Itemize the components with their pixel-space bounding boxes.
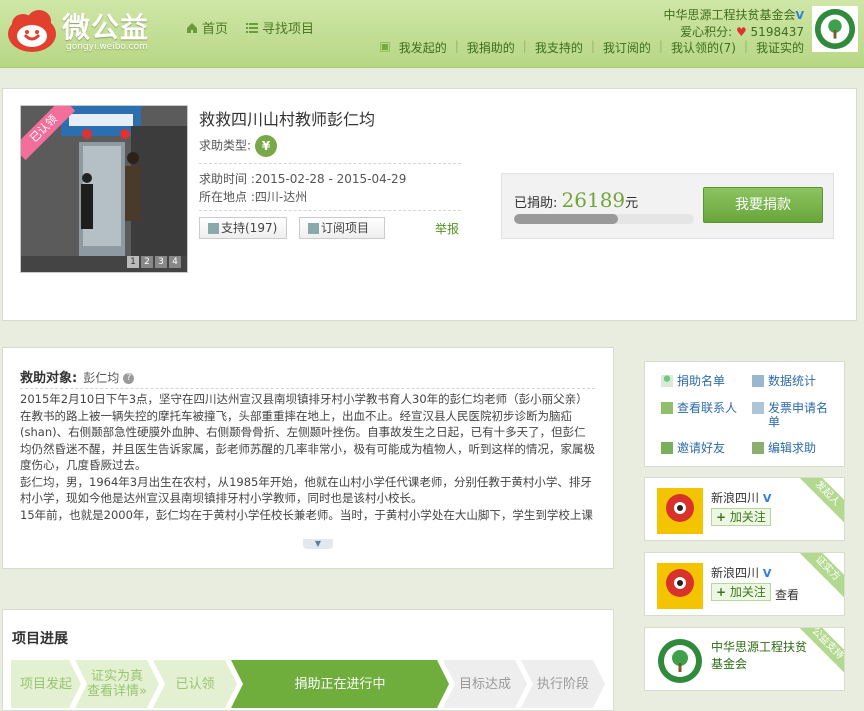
donor-list-icon (661, 375, 673, 387)
initiator-name[interactable]: 新浪四川 V (711, 489, 771, 506)
invite-icon (661, 442, 673, 454)
progress-title: 项目进展 (12, 631, 68, 647)
site-header: 微公益 gongyi.weibo.com 首页 寻找项目 中华思源工程扶贫基金会… (0, 0, 864, 68)
description-text: 2015年2月10日下午3点，坚守在四川达州宣汉县南坝镇排牙村小学教书育人30年… (20, 392, 595, 522)
verifier-card: 新浪四川 V + 加关注 查看 证实方 (644, 552, 845, 616)
invoice-list-link[interactable]: 发票申请名单 (752, 401, 838, 429)
project-photo[interactable]: 已认领 1 2 3 4 (20, 105, 188, 273)
project-card: 已认领 1 2 3 4 救救四川山村教师彭仁均 求助类型: ¥ 求助时间 :201… (2, 88, 857, 321)
stage-fundraising: 捐助正在进行中 (231, 660, 449, 708)
logo-domain: gongyi.weibo.com (66, 42, 148, 52)
project-time: 求助时间 :2015-02-28 - 2015-04-29 (199, 172, 407, 186)
home-icon (187, 22, 197, 33)
donation-progress-bar (514, 214, 694, 224)
menu-claimed[interactable]: 我认领的(7) (671, 39, 736, 56)
nav-home-label[interactable]: 首页 (202, 18, 228, 37)
list-icon (246, 22, 259, 33)
menu-donated[interactable]: 我捐助的 (467, 39, 515, 56)
stage-execution: 执行阶段 (521, 660, 605, 708)
top-nav: 首页 寻找项目 (186, 18, 314, 37)
recipient-description: 救助对象: 彭仁均 ? 2015年2月10日下午3点，坚守在四川达州宣汉县南坝镇排… (2, 347, 614, 569)
statistics-link[interactable]: 数据统计 (752, 374, 816, 388)
donated-amount: 已捐助: 26189元 (514, 188, 639, 212)
verified-icon: V (762, 567, 772, 580)
expand-toggle[interactable]: ▼ (303, 539, 333, 549)
project-type: 求助类型: ¥ (199, 135, 278, 157)
weibo-gongyi-logo[interactable]: 微公益 gongyi.weibo.com (6, 6, 176, 58)
logo-cloud-icon (8, 10, 56, 52)
menu-supported[interactable]: 我支持的 (535, 39, 583, 56)
menu-started[interactable]: 我发起的 (399, 39, 447, 56)
divider (199, 163, 461, 164)
project-title: 救救四川山村教师彭仁均 (199, 110, 376, 129)
money-icon: ¥ (255, 135, 278, 157)
view-verification-link[interactable]: 查看 (775, 586, 799, 603)
project-location: 所在地点 :四川-达州 (199, 190, 308, 204)
user-menu: ▣ 我发起的 | 我捐助的 | 我支持的 | 我订阅的 | 我认领的(7) | 我证实的 (379, 39, 804, 56)
stage-initiated: 项目发起 (11, 660, 81, 708)
view-contacts-link[interactable]: 查看联系人 (661, 401, 737, 415)
donate-button[interactable]: 我要捐款 (703, 187, 823, 223)
verified-icon: V (762, 492, 772, 505)
report-link[interactable]: 举报 (435, 220, 459, 237)
recipient-heading: 救助对象: 彭仁均 ? (20, 367, 135, 386)
nav-home[interactable]: 首页 (186, 18, 228, 37)
supporter-name[interactable]: 中华思源工程扶贫基金会 (711, 639, 807, 673)
verifier-tag: 证实方 (796, 553, 844, 600)
stage-verified[interactable]: 证实为真 查看详情» (75, 660, 159, 708)
user-org-name[interactable]: 中华思源工程扶贫基金会V (663, 6, 804, 23)
project-actions: 捐助名单 数据统计 查看联系人 发票申请名单 邀请好友 编辑求助 (644, 361, 845, 467)
donation-panel: 已捐助: 26189元 我要捐款 (501, 173, 834, 239)
menu-subscribed[interactable]: 我订阅的 (603, 39, 651, 56)
follow-button[interactable]: + 加关注 (711, 583, 771, 601)
menu-started-icon: ▣ (379, 39, 391, 53)
nav-find-label[interactable]: 寻找项目 (262, 18, 314, 37)
photo-page-2[interactable]: 2 (141, 256, 153, 268)
contact-icon (661, 402, 673, 414)
nav-find-projects[interactable]: 寻找项目 (246, 18, 314, 37)
support-button[interactable]: 支持(197) (199, 217, 287, 239)
project-progress: 项目进展 项目发起 证实为真 查看详情» 已认领 捐助正在进行中 目标达成 执行… (2, 609, 614, 711)
love-points: 爱心积分: ♥ 5198437 (680, 25, 804, 39)
sina-sichuan-avatar[interactable] (657, 488, 703, 534)
logo-text: 微公益 (62, 11, 150, 44)
love-points-value: 5198437 (750, 25, 804, 39)
edit-icon (752, 442, 764, 454)
photo-page-4[interactable]: 4 (169, 256, 181, 268)
user-avatar[interactable] (812, 6, 858, 52)
stage-claimed: 已认领 (153, 660, 237, 708)
view-details-link[interactable]: 查看详情» (87, 684, 147, 699)
rss-icon (308, 223, 319, 234)
photo-pager: 1 2 3 4 (127, 256, 181, 268)
verified-icon: V (795, 9, 804, 22)
stage-goal-reached: 目标达成 (443, 660, 527, 708)
stats-icon (752, 375, 764, 387)
invite-friends-link[interactable]: 邀请好友 (661, 441, 725, 455)
initiator-tag: 发起人 (796, 478, 844, 525)
divider (199, 210, 461, 211)
donor-list-link[interactable]: 捐助名单 (661, 374, 725, 388)
photo-page-3[interactable]: 3 (155, 256, 167, 268)
menu-verified[interactable]: 我证实的 (756, 39, 804, 56)
invoice-icon (752, 402, 764, 414)
subscribe-button[interactable]: 订阅项目 (299, 217, 385, 239)
verifier-name[interactable]: 新浪四川 V (711, 564, 771, 581)
thumbs-up-icon (208, 223, 219, 234)
follow-button[interactable]: + 加关注 (711, 508, 771, 526)
help-icon[interactable]: ? (123, 373, 135, 384)
recipient-name: 彭仁均 (83, 371, 120, 385)
sina-sichuan-avatar[interactable] (657, 563, 703, 609)
edit-request-link[interactable]: 编辑求助 (752, 441, 816, 455)
divider (20, 388, 595, 389)
initiator-card: 新浪四川 V + 加关注 发起人 (644, 477, 845, 541)
donation-progress-fill (514, 214, 619, 224)
photo-page-1[interactable]: 1 (127, 256, 139, 268)
heart-icon: ♥ (735, 25, 747, 39)
supporter-card: 中华思源工程扶贫基金会 公益支持 (644, 627, 845, 691)
donated-value: 26189 (561, 188, 626, 212)
chevron-down-icon: ▼ (314, 539, 322, 548)
foundation-avatar[interactable] (657, 638, 703, 684)
